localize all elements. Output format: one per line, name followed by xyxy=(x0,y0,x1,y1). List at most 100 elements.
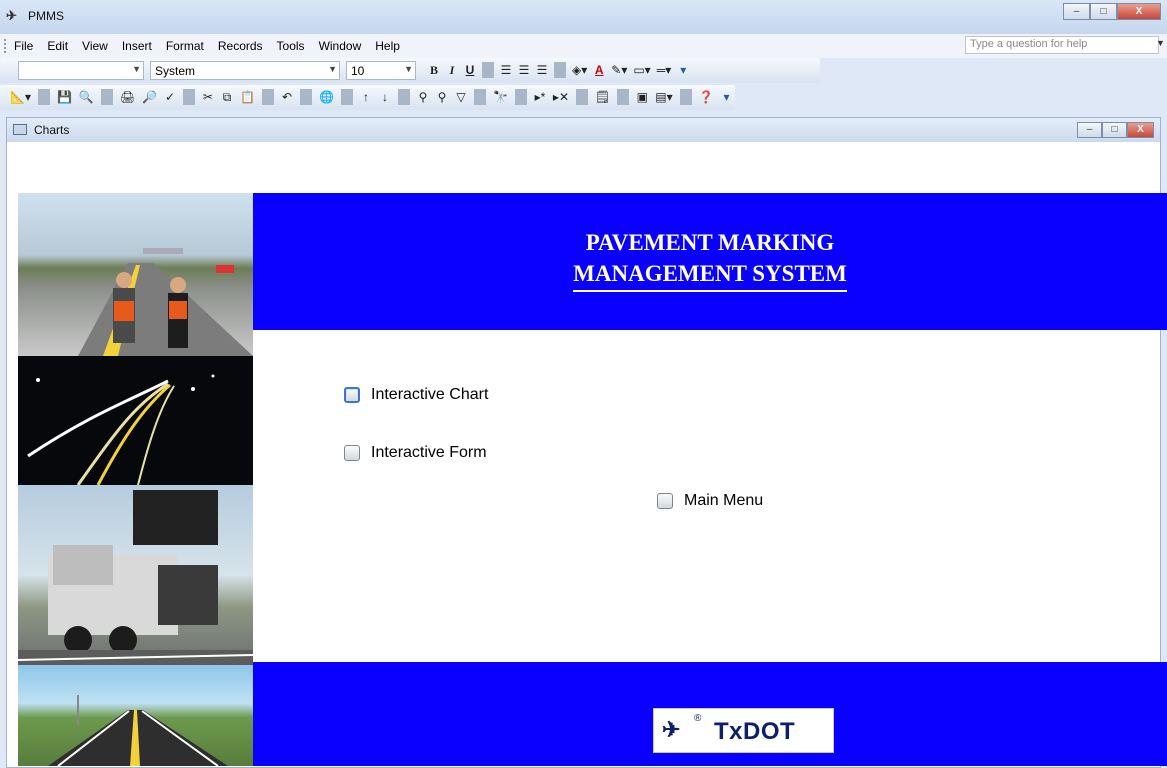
toolbar-separator xyxy=(514,89,527,105)
menu-format[interactable]: Format xyxy=(166,39,204,53)
help-search-input[interactable]: Type a question for help xyxy=(965,36,1159,54)
line-color-icon[interactable]: ✎▾ xyxy=(611,63,627,77)
print-preview-icon[interactable]: 🔎 xyxy=(142,90,157,104)
chevron-down-icon: ▼ xyxy=(328,64,337,74)
menu-tools[interactable]: Tools xyxy=(277,39,305,53)
interactive-chart-label: Interactive Chart xyxy=(371,386,489,403)
help-icon[interactable]: ❓ xyxy=(699,90,714,104)
menu-file[interactable]: File xyxy=(14,39,33,53)
interactive-form-option[interactable]: Interactive Form xyxy=(344,444,487,462)
menu-help[interactable]: Help xyxy=(375,39,400,53)
save-icon[interactable]: 💾 xyxy=(57,90,72,104)
align-center-icon[interactable]: ☰ xyxy=(518,63,530,77)
align-right-icon[interactable]: ☰ xyxy=(536,63,548,77)
align-left-icon[interactable]: ☰ xyxy=(500,63,512,77)
menu-view[interactable]: View xyxy=(82,39,108,53)
find-icon[interactable]: 🔭 xyxy=(493,90,508,104)
photo-night-road xyxy=(18,356,253,485)
menu-insert[interactable]: Insert xyxy=(122,39,152,53)
font-combo[interactable]: System ▼ xyxy=(150,61,340,80)
help-dropdown-icon[interactable]: ▼ xyxy=(1156,38,1165,48)
menu-items: File Edit View Insert Format Records Too… xyxy=(14,39,400,53)
border-icon[interactable]: ▭▾ xyxy=(633,63,650,77)
child-window-controls: – □ X xyxy=(1077,122,1154,138)
copy-icon[interactable]: ⧉ xyxy=(221,90,233,105)
view-icon[interactable]: 📐▾ xyxy=(10,90,31,104)
paste-icon[interactable]: 📋 xyxy=(240,90,255,104)
database-window-icon[interactable]: ▣ xyxy=(636,90,648,104)
format-buttons: B I U ☰ ☰ ☰ ◈▾ A ✎▾ ▭▾ ═▾ ▾ xyxy=(428,62,689,78)
main-menu-button[interactable] xyxy=(657,493,673,509)
sort-descending-icon[interactable]: ↓ xyxy=(379,90,391,104)
chevron-down-icon: ▼ xyxy=(132,64,141,74)
maximize-button[interactable]: □ xyxy=(1090,3,1117,20)
night-road-illustration xyxy=(27,374,215,485)
menu-window[interactable]: Window xyxy=(319,39,362,53)
menu-records[interactable]: Records xyxy=(218,39,263,53)
photo-road-inspectors xyxy=(18,193,253,356)
banner-title-line1: PAVEMENT MARKING xyxy=(585,230,835,255)
menu-edit[interactable]: Edit xyxy=(47,39,68,53)
font-color-button[interactable]: A xyxy=(593,63,605,77)
app-title-bar: ✈ PMMS – □ X xyxy=(0,0,1167,34)
txdot-logo-text: TxDOT xyxy=(714,718,796,745)
apply-filter-icon[interactable]: ▽ xyxy=(455,90,467,104)
font-size-combo[interactable]: 10 ▼ xyxy=(346,61,416,80)
child-minimize-button[interactable]: – xyxy=(1077,122,1102,138)
charts-form: PAVEMENT MARKING MANAGEMENT SYSTEM Inter… xyxy=(12,142,1167,766)
txdot-star-icon: ✈ xyxy=(662,717,681,742)
cut-icon[interactable]: ✂ xyxy=(202,90,214,104)
spelling-icon[interactable]: ✓ xyxy=(164,90,176,104)
delete-record-icon[interactable]: ▸✕ xyxy=(553,90,569,104)
close-button[interactable]: X xyxy=(1117,3,1161,20)
toolbar-options-icon[interactable]: ▾ xyxy=(721,90,733,104)
toolbar-separator xyxy=(617,89,630,105)
menubar-grip[interactable] xyxy=(4,39,6,53)
interactive-form-label: Interactive Form xyxy=(371,444,487,461)
object-combo[interactable]: ▼ xyxy=(18,61,144,80)
main-menu-label: Main Menu xyxy=(684,492,764,509)
undo-icon[interactable]: ↶ xyxy=(281,90,293,104)
road-inspectors-illustration xyxy=(78,248,253,356)
interactive-chart-button[interactable] xyxy=(344,387,360,403)
toolbar-separator xyxy=(482,62,494,78)
toolbar-separator xyxy=(576,89,588,105)
toolbar-separator xyxy=(397,89,410,105)
underline-button[interactable]: U xyxy=(464,63,476,77)
child-close-button[interactable]: X xyxy=(1127,122,1154,138)
title-banner: PAVEMENT MARKING MANAGEMENT SYSTEM xyxy=(253,193,1167,330)
new-record-icon[interactable]: ▸* xyxy=(534,90,546,104)
hyperlink-icon[interactable]: 🌐 xyxy=(319,90,334,104)
filter-form-icon[interactable]: ⚲ xyxy=(436,90,448,104)
child-maximize-button[interactable]: □ xyxy=(1102,122,1127,138)
form-icon xyxy=(13,124,27,135)
bold-button[interactable]: B xyxy=(428,63,440,78)
new-object-icon[interactable]: ▤▾ xyxy=(655,90,672,104)
banner-title: PAVEMENT MARKING MANAGEMENT SYSTEM xyxy=(253,227,1167,292)
fill-color-icon[interactable]: ◈▾ xyxy=(572,63,587,77)
highway-illustration xyxy=(48,695,228,766)
interactive-form-button[interactable] xyxy=(344,445,360,461)
toolbar-separator xyxy=(340,89,353,105)
toolbar-separator xyxy=(300,89,313,105)
toolbar-options-icon[interactable]: ▾ xyxy=(677,63,689,77)
photo-highway xyxy=(18,665,253,766)
print-icon[interactable]: 🖨 xyxy=(120,90,135,104)
search-icon[interactable]: 🔍 xyxy=(79,90,94,104)
striping-truck-illustration xyxy=(18,490,253,665)
charts-window-title-bar: Charts – □ X xyxy=(7,118,1160,142)
filter-selection-icon[interactable]: ⚲ xyxy=(417,90,429,104)
toolbar-separator xyxy=(554,62,566,78)
chevron-down-icon: ▼ xyxy=(404,64,413,74)
line-width-icon[interactable]: ═▾ xyxy=(657,63,672,77)
sort-ascending-icon[interactable]: ↑ xyxy=(360,90,372,104)
italic-button[interactable]: I xyxy=(446,63,458,78)
interactive-chart-option[interactable]: Interactive Chart xyxy=(344,386,488,404)
main-menu-option[interactable]: Main Menu xyxy=(657,492,763,510)
footer-banner: ✈ ® TxDOT xyxy=(253,662,1167,766)
charts-window-title: Charts xyxy=(34,123,70,137)
standard-toolbar: 📐▾ 💾 🔍 🖨 🔎 ✓ ✂ ⧉ 📋 ↶ 🌐 ↑ ↓ ⚲ ⚲ ▽ 🔭 ▸* ▸✕… xyxy=(0,85,735,110)
properties-icon[interactable]: 🗒 xyxy=(595,90,610,104)
photo-striping-truck xyxy=(18,485,253,665)
minimize-button[interactable]: – xyxy=(1063,3,1090,20)
